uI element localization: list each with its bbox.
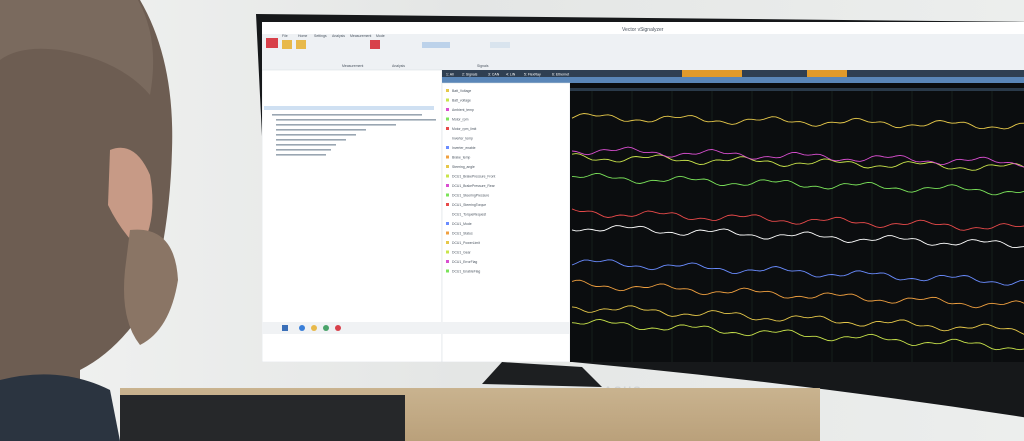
signal-color-swatch[interactable] — [446, 108, 449, 111]
signal-list-panel[interactable]: Batt_Voltage Batt_voltage Ambient_temp Moto… — [441, 82, 571, 362]
ribbon-tab[interactable]: Mode — [376, 34, 385, 38]
signal-color-swatch[interactable] — [446, 98, 449, 102]
channel-tab[interactable]: 3: CAN — [488, 73, 500, 77]
signal-color-swatch[interactable] — [446, 146, 449, 149]
ribbon-group-label: Signals — [477, 64, 489, 68]
signal-selector[interactable] — [422, 42, 450, 48]
signal-color-swatch[interactable] — [446, 117, 449, 121]
signal-color-swatch[interactable] — [446, 250, 449, 254]
ribbon-tab[interactable]: Analysis — [332, 34, 345, 38]
signal-list-item[interactable]: DCU1_EnableFlag — [452, 270, 480, 274]
ribbon-bar[interactable] — [262, 34, 1024, 70]
ribbon-group-label: Measurement — [342, 64, 363, 68]
browser-icon[interactable] — [299, 325, 305, 331]
channel-tab-strip[interactable]: 1: All 2: Signals 3: CAN 4: LIN 5: FlexR… — [442, 70, 1024, 83]
signal-color-swatch[interactable] — [446, 89, 449, 92]
signal-list-item[interactable]: Inverter_temp — [452, 137, 473, 141]
signal-list-item[interactable]: DCU1_SteeringPressure — [452, 194, 489, 198]
signal-color-swatch[interactable] — [446, 260, 449, 263]
explorer-icon[interactable] — [311, 325, 317, 331]
signal-color-swatch[interactable] — [446, 174, 449, 178]
ribbon-group-label: Analysis — [392, 64, 405, 68]
monitor-screen: Vector vSignalyzer File Home Settings An… — [262, 22, 1024, 362]
signal-list-item[interactable]: DCU1_ErrorFlag — [452, 260, 477, 264]
signal-color-swatch[interactable] — [446, 203, 449, 206]
signal-color-swatch[interactable] — [446, 222, 449, 225]
signal-color-swatch[interactable] — [446, 165, 449, 168]
channel-tab[interactable]: 6: Ethernet — [552, 73, 569, 77]
app-icon[interactable] — [335, 325, 341, 331]
signal-color-swatch[interactable] — [446, 212, 449, 216]
signal-list-item[interactable]: Ambient_temp — [452, 108, 474, 112]
windows-taskbar[interactable] — [262, 322, 570, 334]
signal-list-item[interactable]: DCU1_Status — [452, 232, 473, 236]
desktop-pc — [120, 395, 405, 441]
explorer-tree-panel[interactable] — [262, 69, 443, 362]
signal-color-swatch[interactable] — [446, 231, 449, 235]
signal-color-swatch[interactable] — [446, 127, 449, 130]
menu-icon[interactable] — [266, 38, 278, 48]
signal-color-swatch[interactable] — [446, 241, 449, 244]
signal-color-swatch[interactable] — [446, 269, 449, 273]
signal-list-item[interactable]: DCU1_PowerLimit — [452, 241, 480, 245]
signal-color-swatch[interactable] — [446, 184, 449, 187]
signal-color-swatch[interactable] — [446, 193, 449, 197]
channel-selector[interactable] — [490, 42, 510, 48]
signal-list-item[interactable]: Batt_voltage — [452, 99, 471, 103]
app-icon[interactable] — [323, 325, 329, 331]
signal-list-item[interactable]: Motor_rpm_limit — [452, 127, 476, 131]
start-icon[interactable] — [282, 325, 288, 331]
signal-list-item[interactable]: DCU1_Gear — [452, 251, 472, 255]
signal-list-item[interactable]: Motor_rpm — [452, 118, 469, 122]
channel-tab[interactable]: 5: FlexRay — [524, 73, 541, 77]
signal-list-item[interactable]: DCU1_Mode — [452, 222, 472, 226]
channel-tab[interactable]: 1: All — [446, 73, 454, 77]
open-folder-icon[interactable] — [282, 40, 292, 49]
signal-color-swatch[interactable] — [446, 155, 449, 159]
ribbon-tab[interactable]: Measurement — [350, 34, 371, 38]
channel-tab[interactable]: 4: LIN — [506, 73, 516, 77]
signal-color-swatch[interactable] — [446, 136, 449, 140]
record-icon[interactable] — [370, 40, 380, 49]
save-folder-icon[interactable] — [296, 40, 306, 49]
person-back-of-head — [0, 0, 178, 441]
signal-list-item[interactable]: Inverter_enable — [452, 146, 476, 150]
signal-list-item[interactable]: DCU1_BrakePressure_Rear — [452, 184, 496, 188]
window-title: Vector vSignalyzer — [622, 27, 664, 33]
signal-list-item[interactable]: DCU1_BrakePressure_Front — [452, 175, 495, 179]
signal-list-item[interactable]: DCU1_TorqueRequest — [452, 213, 486, 217]
ribbon-tab[interactable]: Home — [298, 34, 307, 38]
channel-tab[interactable]: 2: Signals — [462, 73, 478, 77]
ribbon-tabs[interactable]: File Home Settings Analysis Measurement … — [282, 34, 385, 38]
photo-scene: ASUS Vector vSignalyzer File Home Settin… — [0, 0, 1024, 441]
signal-plot-area[interactable] — [570, 83, 1024, 362]
signal-list-item[interactable]: DCU1_SteeringTorque — [452, 203, 486, 207]
signal-list-item[interactable]: Steering_angle — [452, 165, 475, 169]
ribbon-tab[interactable]: File — [282, 34, 288, 38]
signal-list-item[interactable]: Batt_Voltage — [452, 89, 471, 93]
ribbon-tab[interactable]: Settings — [314, 34, 327, 38]
signal-list-item[interactable]: Brake_temp — [452, 156, 470, 160]
